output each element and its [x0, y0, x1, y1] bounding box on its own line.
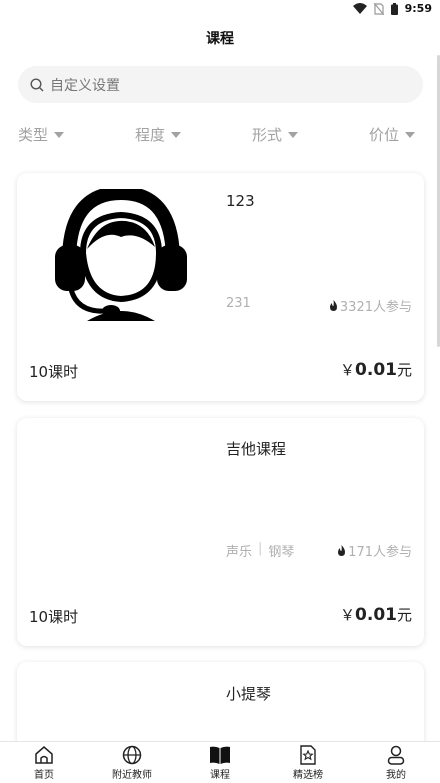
course-price: ￥0.01元: [340, 359, 412, 380]
nav-item-featured[interactable]: 精选榜: [264, 742, 352, 783]
filter-level[interactable]: 程度: [135, 124, 182, 145]
caret-down-icon: [288, 131, 299, 138]
bottom-nav: 首页 附近教师 课程 精选榜 我的: [0, 741, 440, 783]
filter-bar: 类型 程度 形式 价位: [0, 124, 440, 144]
course-tag: 钢琴: [268, 545, 295, 560]
no-sim-icon: [373, 2, 384, 15]
course-lessons: 10课时: [29, 363, 79, 381]
participants-count: 171人参与: [348, 545, 412, 560]
course-card[interactable]: 吉他课程 声乐 | 钢琴 171人参与 10课时 ￥0.01元: [17, 418, 424, 646]
search-icon: [30, 77, 44, 91]
filter-level-label: 程度: [135, 126, 166, 144]
course-title: 吉他课程: [226, 440, 287, 458]
battery-icon: [390, 2, 398, 15]
nav-label: 课程: [210, 770, 230, 781]
flame-icon: [329, 300, 337, 311]
filter-type-label: 类型: [18, 126, 49, 144]
course-tags: 231: [226, 296, 251, 311]
nav-label: 精选榜: [293, 770, 323, 781]
filter-price[interactable]: 价位: [369, 124, 416, 145]
wifi-icon: [352, 3, 367, 14]
filter-type[interactable]: 类型: [18, 124, 65, 145]
course-tags: 声乐 | 钢琴: [226, 541, 294, 560]
filter-format[interactable]: 形式: [252, 124, 299, 145]
status-bar: 9:59: [0, 0, 440, 20]
participants-count: 3321人参与: [339, 300, 412, 315]
page-title: 课程: [206, 31, 234, 47]
price-suffix: 元: [396, 606, 412, 624]
course-tag: 231: [226, 296, 251, 311]
status-time: 9:59: [404, 2, 432, 15]
price-prefix: ￥: [340, 361, 356, 379]
caret-down-icon: [54, 131, 65, 138]
price-value: 0.01: [355, 360, 397, 380]
caret-down-icon: [405, 131, 416, 138]
course-price: ￥0.01元: [340, 604, 412, 625]
course-participants: 3321人参与: [329, 296, 412, 315]
user-icon: [387, 745, 405, 765]
status-icons: 9:59: [352, 2, 432, 15]
nav-item-home[interactable]: 首页: [0, 742, 88, 783]
caret-down-icon: [171, 131, 182, 138]
book-icon: [210, 746, 230, 764]
search-placeholder: 自定义设置: [50, 77, 120, 94]
course-participants: 171人参与: [337, 541, 412, 560]
price-value: 0.01: [355, 605, 397, 625]
course-card[interactable]: 123 231 3321人参与 10课时 ￥0.01元: [17, 173, 424, 401]
filter-format-label: 形式: [252, 126, 283, 144]
flame-icon: [338, 545, 346, 556]
course-tag: 声乐: [226, 545, 253, 560]
course-title: 123: [226, 192, 255, 210]
nav-item-profile[interactable]: 我的: [352, 742, 440, 783]
nav-label: 附近教师: [112, 770, 152, 781]
home-icon: [35, 746, 53, 764]
tag-separator: |: [258, 541, 263, 556]
nav-item-nearby-teachers[interactable]: 附近教师: [88, 742, 176, 783]
nav-item-courses[interactable]: 课程: [176, 742, 264, 783]
globe-icon: [122, 745, 142, 765]
nav-label: 首页: [34, 770, 54, 781]
course-lessons: 10课时: [29, 608, 79, 626]
price-prefix: ￥: [340, 606, 356, 624]
price-suffix: 元: [396, 361, 412, 379]
course-title: 小提琴: [226, 685, 272, 703]
nav-label: 我的: [386, 770, 406, 781]
search-bar[interactable]: 自定义设置: [18, 66, 423, 103]
headset-avatar-image: [55, 189, 187, 321]
filter-price-label: 价位: [369, 126, 400, 144]
star-doc-icon: [300, 745, 316, 765]
